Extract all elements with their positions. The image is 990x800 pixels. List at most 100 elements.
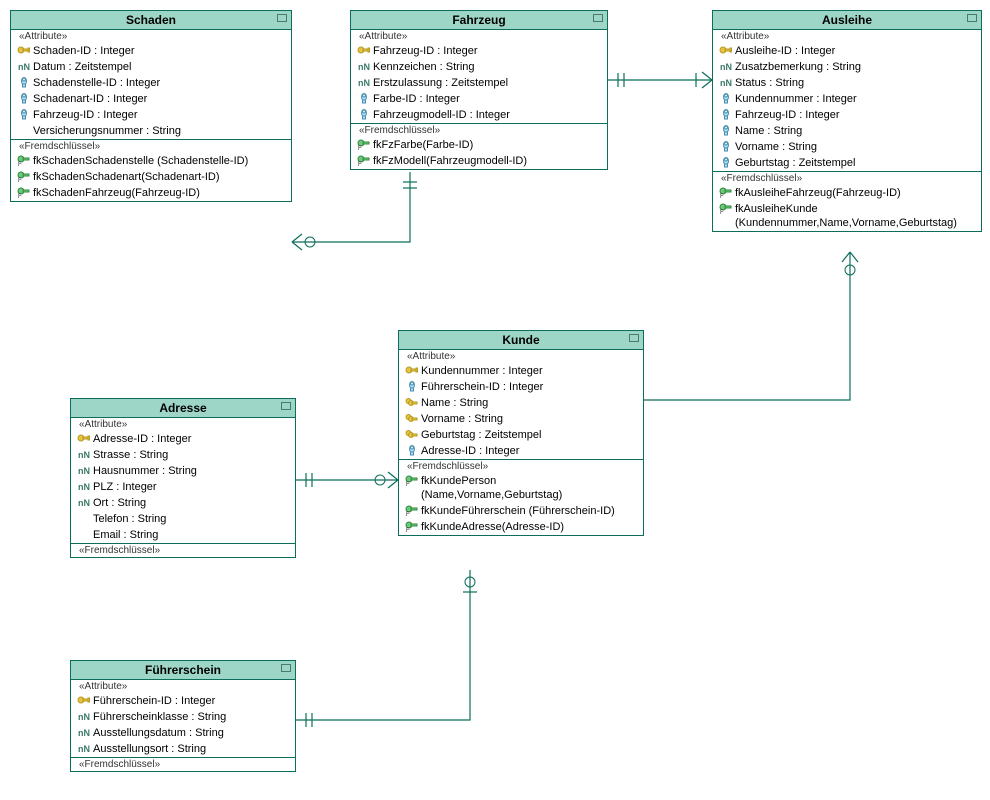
stereotype-fk: «Fremdschlüssel» xyxy=(71,543,295,557)
svg-text:F: F xyxy=(18,178,22,182)
svg-text:F: F xyxy=(358,162,362,166)
svg-text:F: F xyxy=(720,210,724,214)
fkref-icon: F xyxy=(15,186,33,198)
attribute-row: Email : String xyxy=(71,527,295,543)
attribute-row: Vorname : String xyxy=(399,411,643,427)
fk-icon xyxy=(355,108,373,120)
attribute-row: Telefon : String xyxy=(71,511,295,527)
fkref-icon: F xyxy=(717,186,735,198)
attribute-text: Vorname : String xyxy=(421,412,639,426)
attribute-text: Kundennummer : Integer xyxy=(735,92,977,106)
attribute-row: FfkKundeAdresse(Adresse-ID) xyxy=(399,519,643,535)
attribute-text: fkFzFarbe(Farbe-ID) xyxy=(373,138,603,152)
fk-icon xyxy=(717,156,735,168)
stereotype-attribute: «Attribute» xyxy=(71,680,295,693)
attribute-row: Ausleihe-ID : Integer xyxy=(713,43,981,59)
attribute-row: FfkSchadenSchadenart(Schadenart-ID) xyxy=(11,169,291,185)
pk-icon xyxy=(717,44,735,56)
attribute-text: Kennzeichen : String xyxy=(373,60,603,74)
attribute-row: Führerschein-ID : Integer xyxy=(71,693,295,709)
attribute-text: Fahrzeug-ID : Integer xyxy=(373,44,603,58)
pkalt-icon xyxy=(403,396,421,408)
attribute-text: Schaden-ID : Integer xyxy=(33,44,287,58)
attribute-row: nNHausnummer : String xyxy=(71,463,295,479)
attribute-row: nNStrasse : String xyxy=(71,447,295,463)
fk-icon xyxy=(355,92,373,104)
stereotype-fk: «Fremdschlüssel» xyxy=(351,123,607,137)
entity-title: Schaden xyxy=(11,11,291,30)
attribute-row: Kundennummer : Integer xyxy=(713,91,981,107)
attribute-row: FfkFzFarbe(Farbe-ID) xyxy=(351,137,607,153)
attribute-row: Vorname : String xyxy=(713,139,981,155)
attribute-row: Führerschein-ID : Integer xyxy=(399,379,643,395)
fkref-icon: F xyxy=(355,138,373,150)
fk-icon xyxy=(717,108,735,120)
svg-text:F: F xyxy=(406,528,410,532)
attribute-text: fkKundeFührerschein (Führerschein-ID) xyxy=(421,504,639,518)
attribute-text: Vorname : String xyxy=(735,140,977,154)
attribute-row: Geburtstag : Zeitstempel xyxy=(399,427,643,443)
pk-icon xyxy=(15,44,33,56)
attribute-text: fkAusleiheFahrzeug(Fahrzeug-ID) xyxy=(735,186,977,200)
stereotype-fk: «Fremdschlüssel» xyxy=(713,171,981,185)
attribute-row: Fahrzeug-ID : Integer xyxy=(713,107,981,123)
attribute-text: Strasse : String xyxy=(93,448,291,462)
entity-ausleihe: Ausleihe «Attribute» Ausleihe-ID : Integ… xyxy=(712,10,982,232)
title-text: Führerschein xyxy=(145,663,221,677)
attribute-row: nNAusstellungsort : String xyxy=(71,741,295,757)
attribute-row: Fahrzeug-ID : Integer xyxy=(351,43,607,59)
attribute-row: nNFührerscheinklasse : String xyxy=(71,709,295,725)
title-text: Fahrzeug xyxy=(452,13,505,27)
entity-fahrzeug: Fahrzeug «Attribute» Fahrzeug-ID : Integ… xyxy=(350,10,608,170)
attribute-row: Schaden-ID : Integer xyxy=(11,43,291,59)
tab-icon xyxy=(277,14,287,22)
nn-icon: nN xyxy=(75,742,93,756)
attribute-row: Adresse-ID : Integer xyxy=(71,431,295,447)
title-text: Ausleihe xyxy=(822,13,872,27)
attribute-text: Datum : Zeitstempel xyxy=(33,60,287,74)
stereotype-attribute: «Attribute» xyxy=(71,418,295,431)
nn-icon: nN xyxy=(355,60,373,74)
attribute-text: Telefon : String xyxy=(93,512,291,526)
attribute-row: nNOrt : String xyxy=(71,495,295,511)
attribute-text: Adresse-ID : Integer xyxy=(93,432,291,446)
nn-icon: nN xyxy=(75,464,93,478)
fkref-icon: F xyxy=(403,504,421,516)
entity-kunde: Kunde «Attribute» Kundennummer : Integer… xyxy=(398,330,644,536)
nn-icon: nN xyxy=(355,76,373,90)
attribute-row: FfkFzModell(Fahrzeugmodell-ID) xyxy=(351,153,607,169)
stereotype-fk: «Fremdschlüssel» xyxy=(399,459,643,473)
fk-icon xyxy=(15,108,33,120)
stereotype-attribute: «Attribute» xyxy=(713,30,981,43)
attribute-text: fkSchadenSchadenart(Schadenart-ID) xyxy=(33,170,287,184)
attribute-row: FfkSchadenFahrzeug(Fahrzeug-ID) xyxy=(11,185,291,201)
attribute-text: Versicherungsnummer : String xyxy=(33,124,287,138)
title-text: Kunde xyxy=(502,333,539,347)
pk-icon xyxy=(75,432,93,444)
attribute-row: Adresse-ID : Integer xyxy=(399,443,643,459)
attribute-row: Fahrzeugmodell-ID : Integer xyxy=(351,107,607,123)
attribute-text: Führerschein-ID : Integer xyxy=(93,694,291,708)
entity-title: Fahrzeug xyxy=(351,11,607,30)
title-text: Adresse xyxy=(159,401,206,415)
fk-icon xyxy=(717,124,735,136)
attribute-row: FfkSchadenSchadenstelle (Schadenstelle-I… xyxy=(11,153,291,169)
attribute-text: Status : String xyxy=(735,76,977,90)
tab-icon xyxy=(629,334,639,342)
fkref-icon: F xyxy=(403,474,421,486)
attribute-row: nNDatum : Zeitstempel xyxy=(11,59,291,75)
nn-icon: nN xyxy=(75,496,93,510)
tab-icon xyxy=(593,14,603,22)
tab-icon xyxy=(281,664,291,672)
nn-icon: nN xyxy=(75,480,93,494)
fkref-icon: F xyxy=(15,170,33,182)
attribute-text: Erstzulassung : Zeitstempel xyxy=(373,76,603,90)
attribute-row: Fahrzeug-ID : Integer xyxy=(11,107,291,123)
attribute-row: FfkKundeFührerschein (Führerschein-ID) xyxy=(399,503,643,519)
attribute-row: nNStatus : String xyxy=(713,75,981,91)
tab-icon xyxy=(281,402,291,410)
stereotype-attribute: «Attribute» xyxy=(11,30,291,43)
attribute-row: Name : String xyxy=(713,123,981,139)
attribute-row: nNZusatzbemerkung : String xyxy=(713,59,981,75)
attribute-row: nNPLZ : Integer xyxy=(71,479,295,495)
